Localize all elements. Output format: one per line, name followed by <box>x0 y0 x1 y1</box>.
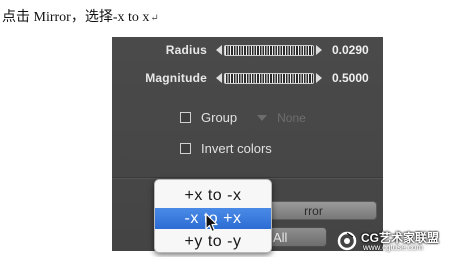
invert-colors-checkbox[interactable] <box>180 143 191 154</box>
return-mark-icon: ↵ <box>150 13 159 24</box>
caption-text: 点击 Mirror，选择-x to x <box>2 10 150 25</box>
slider-track[interactable] <box>224 72 314 84</box>
menu-item-y-to-neg-y[interactable]: +y to -y <box>155 231 271 252</box>
group-label: Group <box>201 110 238 125</box>
slider-increment-icon[interactable] <box>316 45 322 55</box>
group-checkbox[interactable] <box>180 112 191 123</box>
all-button-label: All <box>273 229 288 245</box>
slider-track[interactable] <box>224 44 314 56</box>
menu-item-x-to-neg-x[interactable]: +x to -x <box>155 185 271 206</box>
watermark: CG艺术家联盟 www.cgtuse.com <box>333 228 457 254</box>
watermark-logo-icon <box>337 231 357 251</box>
group-row: Group None <box>180 110 306 125</box>
mirror-button-label: rror <box>304 203 323 218</box>
instruction-caption: 点击 Mirror，选择-x to x↵ <box>2 6 159 26</box>
magnitude-value: 0.5000 <box>332 71 369 85</box>
group-dropdown[interactable]: None <box>257 111 306 125</box>
radius-label: Radius <box>165 43 207 57</box>
mouse-pointer-icon <box>205 213 218 233</box>
invert-colors-label: Invert colors <box>201 141 272 156</box>
radius-slider[interactable] <box>216 44 322 56</box>
magnitude-label: Magnitude <box>145 71 207 85</box>
radius-value: 0.0290 <box>332 43 369 57</box>
group-dropdown-value: None <box>277 110 306 125</box>
watermark-url: www.cgtuse.com <box>363 243 424 252</box>
slider-decrement-icon[interactable] <box>216 73 222 83</box>
magnitude-slider[interactable] <box>216 72 322 84</box>
dropdown-triangle-icon <box>257 114 268 121</box>
slider-decrement-icon[interactable] <box>216 45 222 55</box>
slider-increment-icon[interactable] <box>316 73 322 83</box>
invert-row: Invert colors <box>180 141 272 156</box>
